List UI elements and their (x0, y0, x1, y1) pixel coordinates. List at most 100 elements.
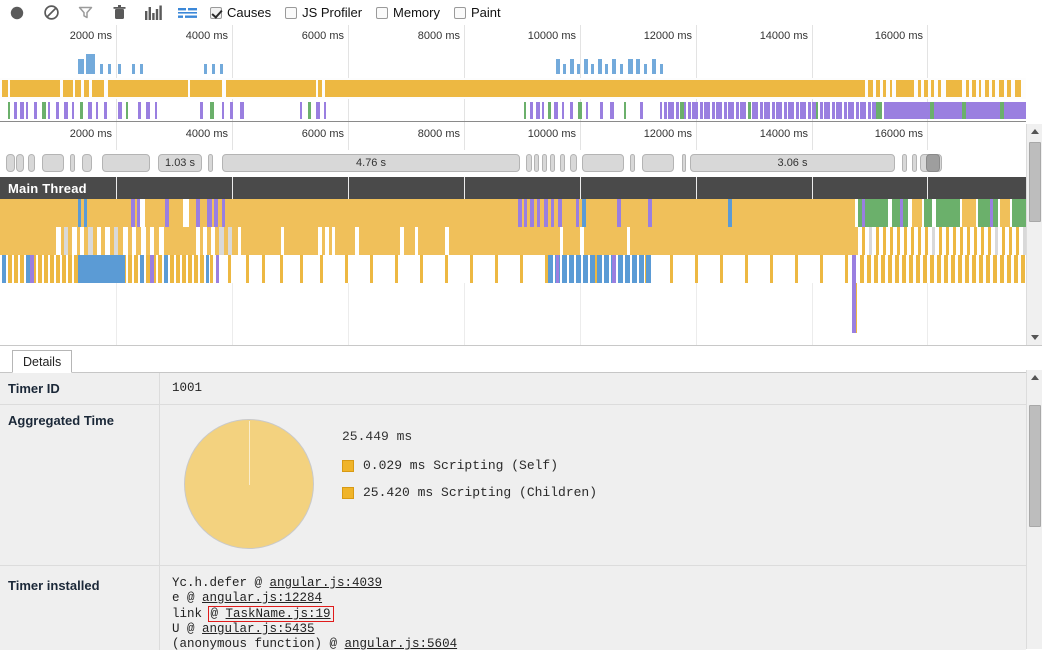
tab-details[interactable]: Details (12, 350, 73, 373)
flame-block[interactable] (78, 199, 81, 227)
flame-block[interactable] (795, 255, 798, 283)
flame-block[interactable] (972, 255, 976, 283)
frame-pill[interactable] (82, 154, 92, 172)
flame-block[interactable] (84, 199, 87, 227)
flame-block[interactable] (14, 255, 18, 283)
flame-block[interactable] (38, 255, 42, 283)
frame-duration-pill[interactable]: 3.06 s (690, 154, 895, 172)
flame-block[interactable] (20, 255, 24, 283)
flame-block[interactable] (597, 255, 602, 283)
flame-block[interactable] (551, 199, 554, 227)
flame-block[interactable] (981, 227, 984, 255)
stack-frame-link[interactable]: angular.js:5604 (345, 637, 458, 650)
flame-block[interactable] (993, 255, 997, 283)
flame-block[interactable] (56, 255, 60, 283)
frames-strip[interactable]: 1.03 s 4.76 s 3.06 s (0, 150, 1026, 177)
flame-block[interactable] (105, 227, 110, 255)
flame-block[interactable] (923, 255, 927, 283)
flame-block[interactable] (908, 199, 912, 227)
flame-block[interactable] (415, 227, 418, 255)
flame-block[interactable] (206, 255, 209, 283)
flame-block[interactable] (400, 227, 404, 255)
flame-block[interactable] (911, 227, 914, 255)
flame-chart-scrollbar-thumb[interactable] (1029, 142, 1041, 222)
frame-pill[interactable] (570, 154, 577, 172)
stack-frame-link[interactable]: angular.js:4039 (270, 576, 383, 590)
flame-block[interactable] (580, 227, 584, 255)
flame-block[interactable] (888, 255, 892, 283)
flame-block[interactable] (922, 199, 924, 227)
flame-block[interactable] (960, 227, 963, 255)
checkbox-js-profiler[interactable]: JS Profiler (285, 5, 362, 20)
flame-block[interactable] (881, 255, 885, 283)
flame-block[interactable] (627, 227, 630, 255)
flame-block[interactable] (183, 199, 189, 227)
flame-block[interactable] (979, 255, 983, 283)
flame-block[interactable] (582, 199, 586, 227)
flame-block[interactable] (604, 255, 609, 283)
flame-block[interactable] (159, 227, 164, 255)
flame-block[interactable] (88, 227, 93, 255)
stack-frame-link[interactable]: angular.js:12284 (202, 591, 322, 605)
flame-block[interactable] (131, 199, 135, 227)
flame-block[interactable] (420, 255, 423, 283)
flame-block[interactable] (182, 255, 186, 283)
flame-block[interactable] (222, 199, 225, 227)
flame-block[interactable] (646, 255, 651, 283)
flame-block[interactable] (68, 255, 72, 283)
flame-block[interactable] (1002, 227, 1005, 255)
flame-block[interactable] (904, 227, 907, 255)
flame-block[interactable] (946, 227, 949, 255)
flame-block[interactable] (228, 255, 231, 283)
flame-block[interactable] (211, 227, 215, 255)
details-scrollbar[interactable] (1026, 370, 1042, 649)
bar-chart-icon[interactable] (136, 1, 170, 25)
flame-block[interactable] (80, 227, 84, 255)
flame-block[interactable] (246, 255, 249, 283)
flame-block[interactable] (932, 199, 936, 227)
flame-block[interactable] (960, 199, 962, 227)
flame-block[interactable] (214, 199, 218, 227)
flame-block[interactable] (203, 227, 207, 255)
frame-pill[interactable] (28, 154, 35, 172)
flame-block[interactable] (140, 255, 144, 283)
flame-block[interactable] (820, 255, 823, 283)
frame-pill[interactable] (534, 154, 539, 172)
flame-block[interactable] (95, 255, 125, 283)
flame-block[interactable] (855, 199, 858, 227)
flame-block[interactable] (123, 227, 128, 255)
flame-block[interactable] (962, 199, 976, 227)
flame-block[interactable] (924, 199, 932, 227)
flame-block[interactable] (196, 227, 200, 255)
flame-block[interactable] (876, 227, 879, 255)
flame-block[interactable] (852, 255, 856, 283)
flame-block[interactable] (967, 227, 970, 255)
flame-block[interactable] (164, 255, 168, 283)
flame-block[interactable] (1009, 227, 1012, 255)
flame-block[interactable] (205, 227, 858, 255)
flame-block[interactable] (670, 255, 673, 283)
stack-frame-link[interactable]: TaskName.js:19 (226, 607, 331, 621)
flame-block-deep[interactable] (852, 283, 856, 333)
flame-block[interactable] (445, 227, 449, 255)
flame-block[interactable] (583, 255, 588, 283)
flame-block[interactable] (1007, 255, 1011, 283)
frame-pill[interactable] (642, 154, 674, 172)
flame-block[interactable] (2, 255, 6, 283)
flame-block[interactable] (560, 227, 563, 255)
frame-duration-pill[interactable]: 1.03 s (158, 154, 202, 172)
flame-block[interactable] (990, 199, 993, 227)
details-scrollbar-thumb[interactable] (1029, 405, 1041, 527)
flame-block[interactable] (1000, 199, 1010, 227)
flame-block[interactable] (1021, 255, 1025, 283)
flame-block[interactable] (953, 227, 956, 255)
frame-pill[interactable] (912, 154, 917, 172)
flame-block[interactable] (332, 227, 335, 255)
flame-block[interactable] (228, 227, 232, 255)
flame-block[interactable] (524, 199, 527, 227)
frame-pill[interactable] (682, 154, 686, 172)
flame-chart[interactable]: Main Thread XH...) Fu...2) (0, 177, 1026, 345)
flame-block[interactable] (648, 199, 652, 227)
filter-icon[interactable] (68, 1, 102, 25)
flame-block[interactable] (998, 199, 1000, 227)
